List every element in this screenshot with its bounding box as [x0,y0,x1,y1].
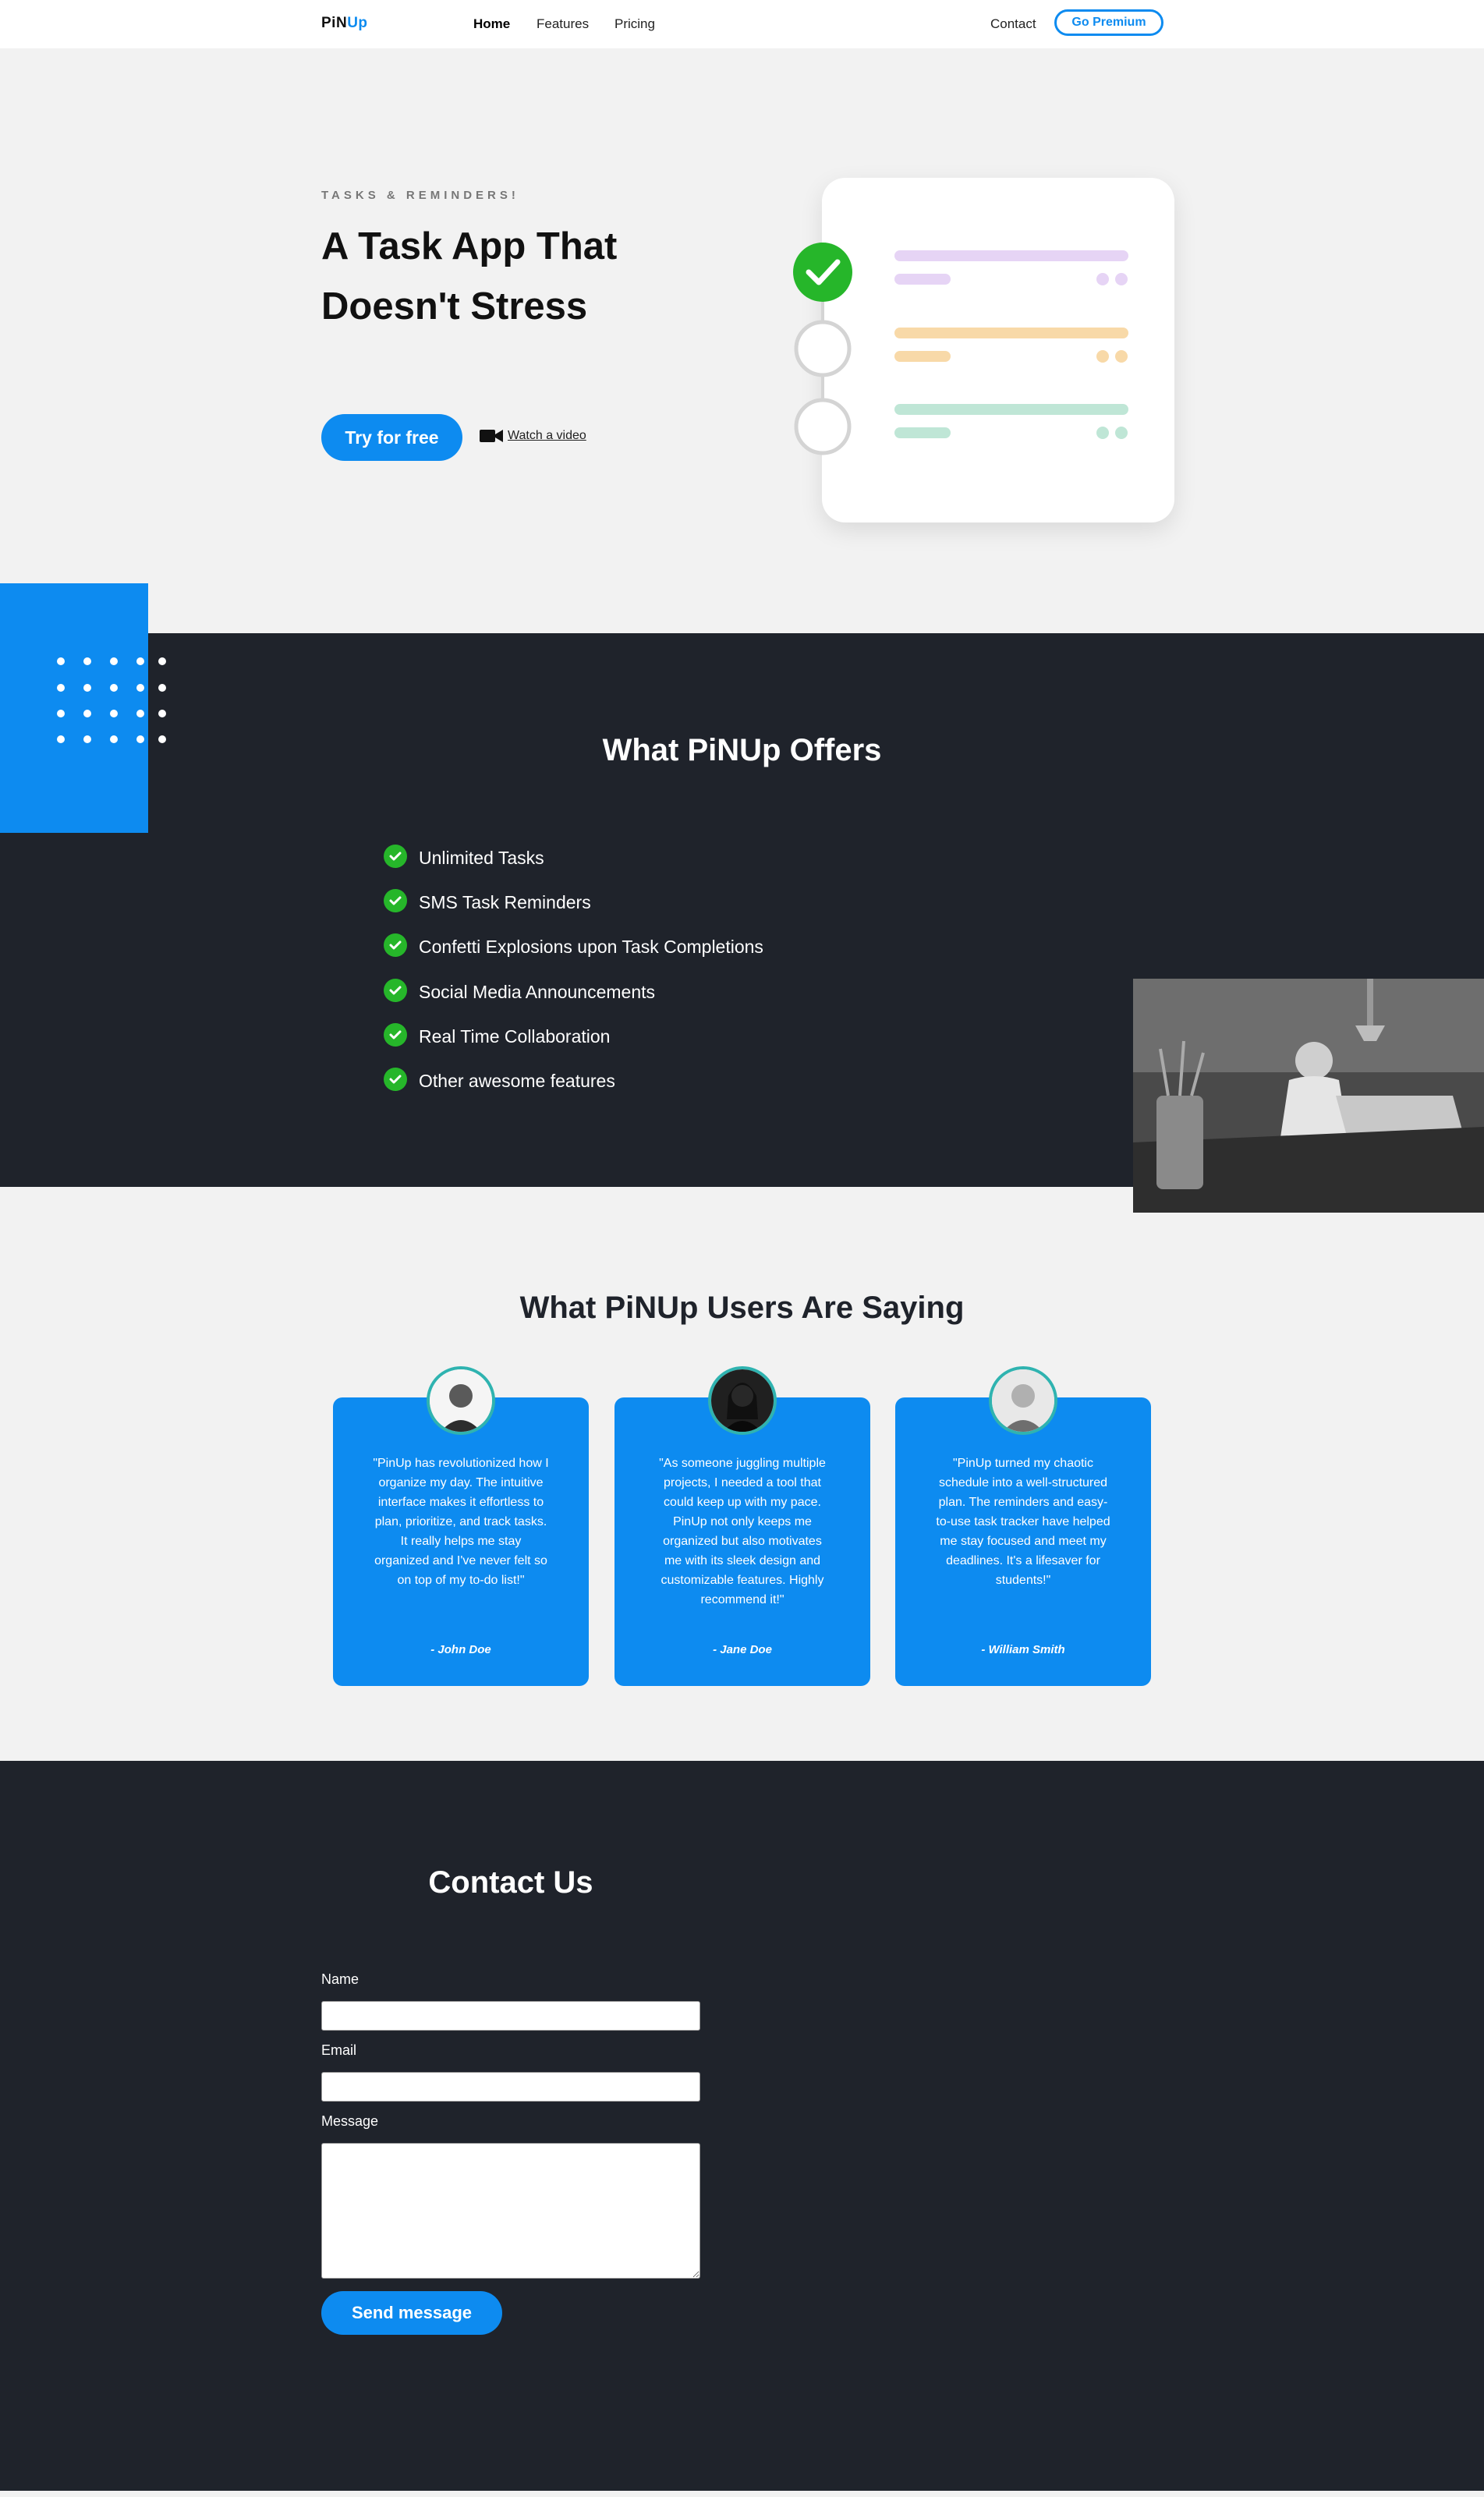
video-camera-icon [480,430,503,442]
check-circle-icon [384,1068,407,1091]
feature-label: Real Time Collaboration [419,1026,611,1047]
contact-section [0,1761,1484,2491]
testimonial-quote: "PinUp turned my chaotic schedule into a… [936,1457,1110,1587]
watch-video-label: Watch a video [508,429,586,443]
avatar [427,1366,495,1435]
nav-link-contact[interactable]: Contact [990,16,1036,32]
unchecked-task-icon [794,320,852,377]
top-nav: PiNUp Home Features Pricing Contact Go P… [0,0,1484,48]
testimonial-author: - William Smith [981,1643,1065,1656]
avatar [708,1366,777,1435]
hero-title: A Task App That Doesn't Stress [321,225,618,328]
logo-part-2: Up [347,15,368,31]
check-circle-icon [384,889,407,912]
logo-part-1: PiN [321,15,348,31]
testimonial-author: - Jane Doe [713,1643,772,1656]
testimonial-quote: "As someone juggling multiple projects, … [659,1457,826,1606]
contact-title: Contact Us [428,1865,593,1900]
testimonial-card: "PinUp turned my chaotic schedule into a… [895,1397,1151,1686]
offers-title: What PiNUp Offers [602,733,882,767]
name-field[interactable] [321,2001,700,2031]
testimonial-card: "PinUp has revolutionized how I organize… [333,1397,589,1686]
feature-label: Confetti Explosions upon Task Completion… [419,937,763,957]
feature-label: Other awesome features [419,1071,615,1091]
go-premium-button[interactable]: Go Premium [1054,9,1163,36]
hero-eyebrow: TASKS & REMINDERS! [321,189,519,202]
message-field[interactable] [321,2143,700,2279]
testimonial-card: "As someone juggling multiple projects, … [614,1397,870,1686]
nav-link-features[interactable]: Features [537,16,589,32]
nav-link-pricing[interactable]: Pricing [614,16,655,32]
checked-task-icon [793,243,852,302]
email-field[interactable] [321,2072,700,2102]
email-label: Email [321,2042,357,2058]
feature-label: SMS Task Reminders [419,892,591,912]
avatar [989,1366,1057,1435]
check-circle-icon [384,845,407,868]
feature-label: Unlimited Tasks [419,848,544,868]
try-for-free-button[interactable]: Try for free [321,414,462,461]
watch-video-link[interactable]: Watch a video [480,428,586,444]
testimonial-quote: "PinUp has revolutionized how I organize… [373,1457,549,1587]
unchecked-task-icon [794,398,852,455]
check-circle-icon [384,933,407,957]
name-label: Name [321,1971,359,1987]
send-message-button[interactable]: Send message [321,2291,502,2335]
woman-with-laptop-photo [1133,979,1484,1213]
testimonial-author: - John Doe [430,1643,491,1656]
check-circle-icon [384,979,407,1002]
message-label: Message [321,2113,379,2129]
logo[interactable]: PiNUp [321,15,368,32]
feature-label: Social Media Announcements [419,982,656,1002]
check-circle-icon [384,1023,407,1047]
nav-link-home[interactable]: Home [473,16,510,32]
task-list-illustration [793,243,1128,455]
testimonials-title: What PiNUp Users Are Saying [519,1291,965,1325]
